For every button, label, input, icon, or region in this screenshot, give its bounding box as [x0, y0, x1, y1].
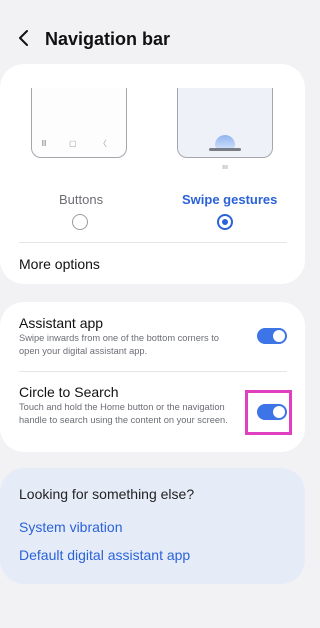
swipe-gestures-radio[interactable] — [217, 214, 233, 230]
back-chevron-icon[interactable] — [14, 26, 34, 50]
gesture-hint-marks: ııı — [222, 164, 228, 171]
circle-to-search-title[interactable]: Circle to Search — [19, 384, 119, 400]
divider — [19, 371, 287, 372]
buttons-radio[interactable] — [72, 214, 88, 230]
swipe-gestures-option-label[interactable]: Swipe gestures — [182, 192, 277, 207]
assistant-app-description: Swipe inwards from one of the bottom cor… — [19, 333, 219, 356]
page-title: Navigation bar — [45, 29, 171, 49]
suggestions-title: Looking for something else? — [19, 486, 195, 502]
buttons-option-label[interactable]: Buttons — [59, 192, 103, 207]
buttons-preview[interactable]: Ⅲ ▢ 〈 — [31, 88, 127, 158]
assistant-app-title[interactable]: Assistant app — [19, 315, 103, 331]
divider — [19, 242, 287, 243]
default-assistant-link[interactable]: Default digital assistant app — [19, 547, 190, 563]
nav-buttons-preview-icons: Ⅲ ▢ 〈 — [41, 139, 117, 148]
system-vibration-link[interactable]: System vibration — [19, 519, 122, 535]
highlight-box — [245, 390, 292, 435]
circle-to-search-description: Touch and hold the Home button or the na… — [19, 402, 228, 425]
more-options-item[interactable]: More options — [19, 256, 100, 272]
toggle-knob — [273, 330, 285, 342]
swipe-gestures-preview[interactable] — [177, 88, 273, 158]
suggestions-card: Looking for something else? System vibra… — [0, 468, 305, 584]
app-header: Navigation bar — [0, 0, 305, 64]
assistant-settings-card: Assistant app Swipe inwards from one of … — [0, 302, 305, 452]
gesture-handle-icon — [205, 133, 245, 151]
navigation-type-card: Ⅲ ▢ 〈 ııı Buttons Swipe gestures More op… — [0, 64, 305, 284]
assistant-app-toggle[interactable] — [257, 328, 287, 344]
